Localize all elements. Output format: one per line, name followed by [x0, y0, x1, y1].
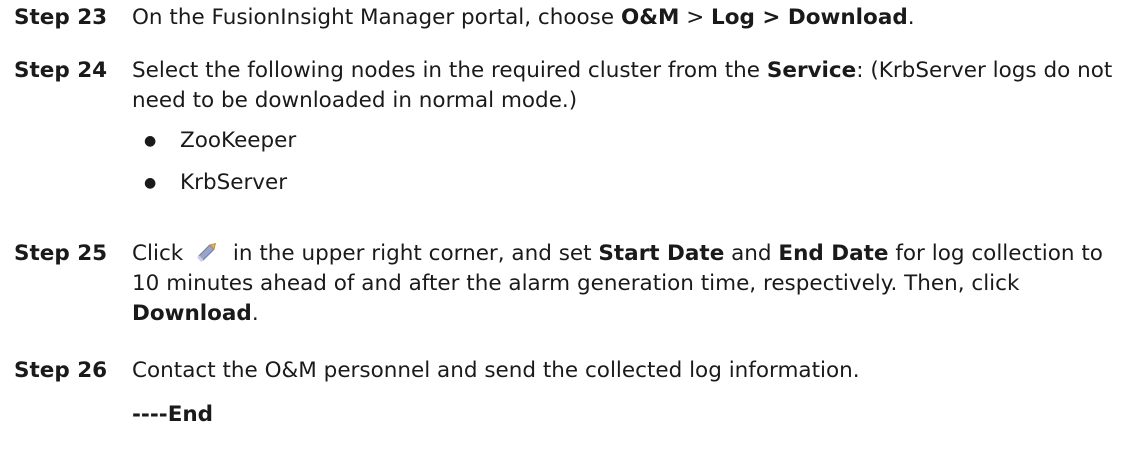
- step-label: Step 24: [14, 58, 108, 83]
- bullet-icon: ●: [144, 133, 157, 149]
- step-text: Select the following nodes in the requir…: [132, 56, 1127, 210]
- node-list: ● ZooKeeper ● KrbServer: [132, 126, 1127, 198]
- start-date-term: Start Date: [598, 241, 725, 266]
- step-label: Step 25: [14, 241, 108, 266]
- download-term: Download: [132, 301, 252, 326]
- document-page: Step 23 On the FusionInsight Manager por…: [0, 0, 1141, 454]
- step-text: On the FusionInsight Manager portal, cho…: [132, 5, 915, 30]
- step-25: Step 25 Click in the upper right corner,…: [14, 239, 1127, 329]
- step-23: Step 23 On the FusionInsight Manager por…: [14, 3, 1127, 33]
- end-date-term: End Date: [778, 241, 889, 266]
- bullet-icon: ●: [144, 175, 157, 191]
- step-label: Step 26: [14, 358, 108, 383]
- step-26: Step 26 Contact the O&M personnel and se…: [14, 356, 1127, 386]
- step-text: Click in the upper right corner, and set…: [132, 241, 1103, 326]
- step-label: Step 23: [14, 5, 108, 30]
- menu-path-log-download: Log > Download: [711, 5, 908, 30]
- service-term: Service: [766, 58, 857, 83]
- list-item: ● ZooKeeper: [132, 126, 1127, 156]
- list-item: ● KrbServer: [132, 168, 1127, 198]
- step-24: Step 24 Select the following nodes in th…: [14, 56, 1127, 210]
- pencil-edit-icon[interactable]: [194, 241, 220, 263]
- end-marker: ----End: [132, 402, 214, 427]
- menu-path-om: O&M: [620, 5, 680, 30]
- step-text: Contact the O&M personnel and send the c…: [132, 358, 860, 383]
